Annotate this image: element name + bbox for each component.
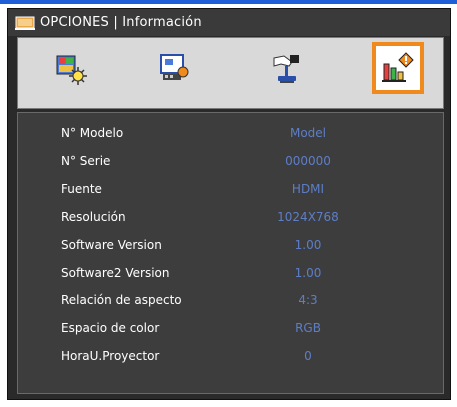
- info-label: Software Version: [61, 238, 162, 252]
- info-label: Resolución: [61, 210, 126, 224]
- info-value: 1.00: [294, 238, 322, 252]
- info-row-aspect-ratio: Relación de aspecto 4:3: [18, 290, 443, 310]
- info-row-lamp-hours: HoraU.Proyector 0: [18, 346, 443, 366]
- info-value: 1.00: [294, 266, 322, 280]
- info-row-model: N° Modelo Model: [18, 123, 443, 143]
- info-value: 1024X768: [277, 210, 339, 224]
- info-value: RGB: [295, 321, 321, 335]
- info-value: HDMI: [291, 182, 325, 196]
- category-tab-bar: [17, 37, 444, 109]
- info-value: Model: [289, 126, 327, 140]
- info-label: Espacio de color: [61, 321, 160, 335]
- picture-settings-icon: [56, 55, 87, 85]
- info-row-resolution: Resolución 1024X768: [18, 207, 443, 227]
- info-value: 4:3: [298, 293, 318, 307]
- tab-screen[interactable]: [151, 46, 197, 92]
- tab-information[interactable]: [372, 42, 424, 94]
- window-title: OPCIONES | Información: [40, 15, 202, 30]
- info-label: HoraU.Proyector: [61, 349, 160, 363]
- info-row-software-version: Software Version 1.00: [18, 235, 443, 255]
- osd-menu-window: OPCIONES | Información N° Modelo Model N…: [7, 8, 451, 400]
- info-row-source: Fuente HDMI: [18, 179, 443, 199]
- screen-settings-icon: [160, 54, 189, 80]
- info-row-serial: N° Serie 000000: [18, 151, 443, 171]
- info-label: N° Modelo: [61, 126, 124, 140]
- info-icon: [382, 52, 414, 82]
- information-panel: N° Modelo Model N° Serie 000000 Fuente H…: [17, 112, 444, 394]
- info-label: Software2 Version: [61, 266, 170, 280]
- title-bar: OPCIONES | Información: [8, 9, 450, 36]
- info-label: N° Serie: [61, 154, 111, 168]
- projector-menu-icon: [15, 16, 35, 30]
- info-value: 0: [304, 349, 312, 363]
- info-row-software2-version: Software2 Version 1.00: [18, 263, 443, 283]
- tab-picture[interactable]: [48, 46, 94, 92]
- info-row-color-space: Espacio de color RGB: [18, 318, 443, 338]
- info-value: 000000: [285, 154, 331, 168]
- top-accent-line: [0, 0, 457, 4]
- info-label: Fuente: [61, 182, 102, 196]
- info-label: Relación de aspecto: [61, 293, 182, 307]
- tab-setup[interactable]: [264, 46, 310, 92]
- setup-icon: [273, 55, 299, 83]
